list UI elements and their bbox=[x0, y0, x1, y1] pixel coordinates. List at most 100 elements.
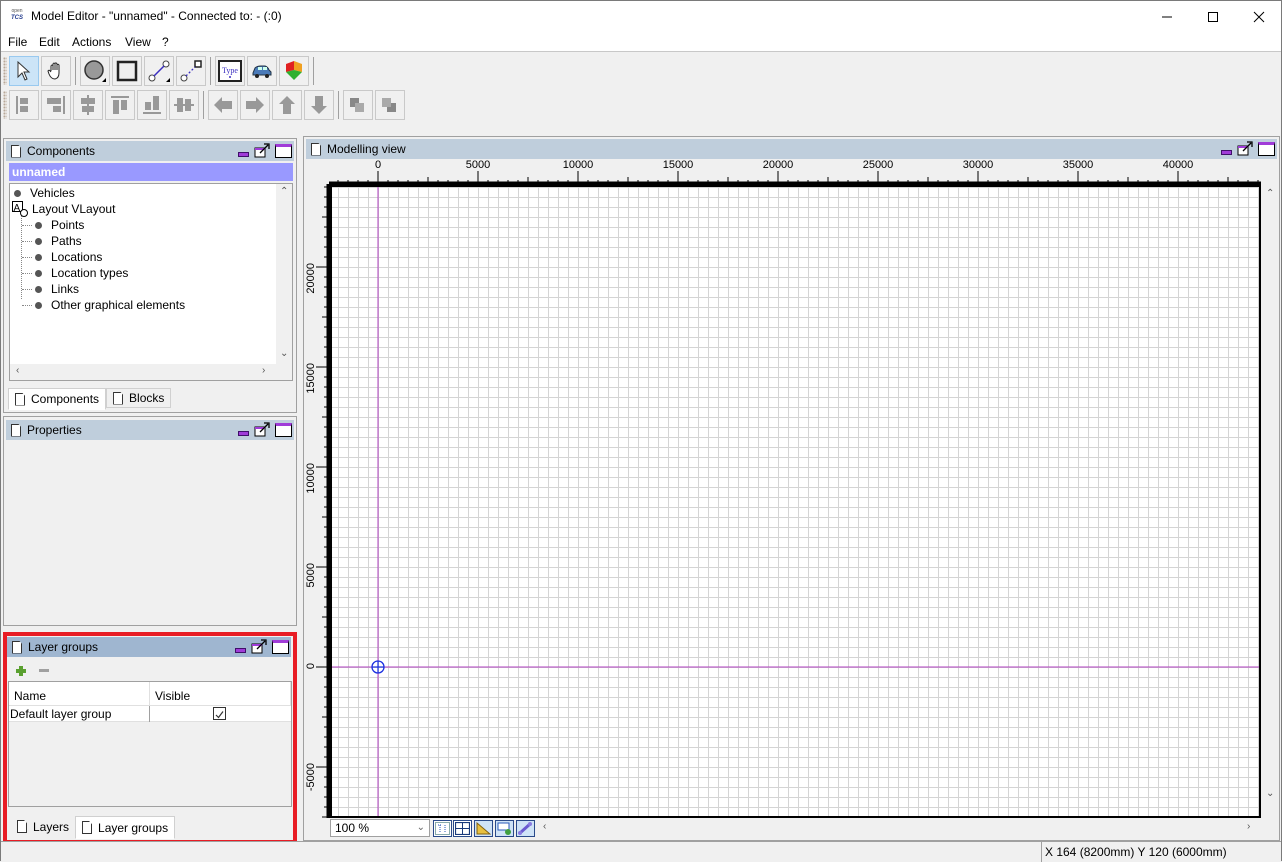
bullet-icon bbox=[35, 221, 42, 229]
origin-marker-icon[interactable] bbox=[371, 660, 385, 674]
layer-group-name[interactable]: Default layer group bbox=[9, 706, 150, 722]
menu-actions[interactable]: Actions bbox=[72, 35, 111, 49]
panel-float-button[interactable] bbox=[251, 639, 267, 654]
panel-float-button[interactable] bbox=[254, 143, 270, 158]
align-right-button[interactable] bbox=[41, 90, 71, 120]
column-header-name[interactable]: Name bbox=[9, 682, 150, 706]
panel-maximize-button[interactable] bbox=[275, 143, 292, 158]
create-link-button[interactable] bbox=[176, 56, 206, 86]
create-location-button[interactable] bbox=[112, 56, 142, 86]
bring-forward-button[interactable] bbox=[343, 90, 373, 120]
tree-item-points[interactable]: Points bbox=[35, 217, 84, 233]
close-button[interactable] bbox=[1236, 1, 1282, 32]
tab-components[interactable]: Components bbox=[8, 388, 107, 410]
toggle-labels-button[interactable] bbox=[433, 820, 452, 837]
panel-float-button[interactable] bbox=[254, 422, 270, 437]
move-down-button[interactable] bbox=[304, 90, 334, 120]
toolbar-separator bbox=[75, 57, 76, 85]
create-vehicle-button[interactable] bbox=[247, 56, 277, 86]
scroll-right-icon[interactable]: › bbox=[1247, 821, 1250, 832]
scroll-left-icon[interactable]: ‹ bbox=[543, 821, 546, 832]
panel-minimize-button[interactable] bbox=[1221, 149, 1232, 155]
y-tick-label: 10000 bbox=[305, 463, 317, 494]
tree-horizontal-scrollbar[interactable]: ‹ › bbox=[10, 364, 292, 380]
drawing-canvas[interactable] bbox=[329, 184, 1261, 818]
link-bone-icon bbox=[518, 822, 532, 835]
move-up-button[interactable] bbox=[272, 90, 302, 120]
tree-vertical-scrollbar[interactable]: ⌃ ⌄ bbox=[276, 184, 292, 364]
canvas-vertical-scrollbar[interactable]: ⌃ ⌄ bbox=[1262, 184, 1278, 818]
zoom-level-select[interactable]: 100 % ⌄ bbox=[330, 819, 430, 837]
arrow-right-icon bbox=[246, 97, 264, 113]
tree-item-location-types[interactable]: Location types bbox=[35, 265, 128, 281]
scroll-right-icon[interactable]: › bbox=[262, 365, 265, 376]
maximize-button[interactable] bbox=[1190, 1, 1236, 32]
align-left-button[interactable] bbox=[9, 90, 39, 120]
panel-maximize-button[interactable] bbox=[275, 422, 292, 437]
minimize-button[interactable] bbox=[1144, 1, 1190, 32]
canvas-horizontal-scrollbar[interactable]: ‹ › bbox=[539, 820, 1261, 837]
menu-file[interactable]: File bbox=[8, 35, 27, 49]
create-location-type-button[interactable]: Type bbox=[215, 56, 245, 86]
send-backward-button[interactable] bbox=[375, 90, 405, 120]
tree-item-locations[interactable]: Locations bbox=[35, 249, 102, 265]
column-header-visible[interactable]: Visible bbox=[150, 682, 291, 706]
layer-groups-panel: Layer groups Name Visible Default layer … bbox=[3, 633, 297, 841]
x-tick-label: 10000 bbox=[563, 159, 594, 171]
select-tool-button[interactable] bbox=[9, 56, 39, 86]
align-center-horizontal-button[interactable] bbox=[73, 90, 103, 120]
scroll-up-icon[interactable]: ⌃ bbox=[1266, 188, 1274, 199]
add-layer-group-button[interactable] bbox=[16, 666, 26, 676]
tree-item-paths[interactable]: Paths bbox=[35, 233, 82, 249]
align-bottom-button[interactable] bbox=[137, 90, 167, 120]
toolbar-grip[interactable] bbox=[3, 91, 7, 119]
create-path-button[interactable] bbox=[144, 56, 174, 86]
panel-maximize-button[interactable] bbox=[1258, 141, 1275, 156]
move-right-button[interactable] bbox=[240, 90, 270, 120]
menu-view[interactable]: View bbox=[125, 35, 151, 49]
scroll-up-icon[interactable]: ⌃ bbox=[280, 186, 288, 197]
scroll-left-icon[interactable]: ‹ bbox=[16, 365, 19, 376]
tab-layer-groups[interactable]: Layer groups bbox=[75, 816, 176, 839]
align-left-icon bbox=[16, 96, 28, 114]
scroll-down-icon[interactable]: ⌄ bbox=[1266, 788, 1274, 799]
panel-minimize-button[interactable] bbox=[238, 430, 249, 436]
create-point-button[interactable] bbox=[80, 56, 110, 86]
x-tick-label: 30000 bbox=[963, 159, 994, 171]
components-tree: Vehicles A Layout VLayout Points Paths L… bbox=[9, 183, 293, 381]
toggle-blocks-button[interactable] bbox=[495, 820, 514, 837]
layer-tabs: Layers Layer groups bbox=[11, 816, 176, 839]
tab-blocks[interactable]: Blocks bbox=[106, 388, 172, 408]
scroll-down-icon[interactable]: ⌄ bbox=[280, 348, 288, 359]
align-center-vertical-button[interactable] bbox=[169, 90, 199, 120]
tree-item-layout[interactable]: A Layout VLayout bbox=[12, 201, 115, 217]
menu-help[interactable]: ? bbox=[162, 35, 169, 49]
checkmark-icon bbox=[215, 711, 224, 719]
tree-guide bbox=[22, 225, 32, 226]
toggle-grid-button[interactable] bbox=[453, 820, 472, 837]
create-block-button[interactable] bbox=[279, 56, 309, 86]
toolbar-grip[interactable] bbox=[3, 57, 7, 85]
align-top-button[interactable] bbox=[105, 90, 135, 120]
tree-item-links[interactable]: Links bbox=[35, 281, 79, 297]
table-row[interactable]: Default layer group bbox=[9, 706, 291, 722]
toggle-ruler-button[interactable] bbox=[474, 820, 493, 837]
properties-panel: Properties bbox=[3, 416, 297, 626]
move-left-button[interactable] bbox=[208, 90, 238, 120]
properties-panel-header: Properties bbox=[6, 420, 294, 440]
toggle-links-button[interactable] bbox=[516, 820, 535, 837]
menu-edit[interactable]: Edit bbox=[39, 35, 60, 49]
panel-maximize-button[interactable] bbox=[272, 639, 289, 654]
tree-item-vehicles[interactable]: Vehicles bbox=[14, 185, 75, 201]
remove-layer-group-button[interactable] bbox=[39, 669, 49, 673]
x-tick-label: 35000 bbox=[1063, 159, 1094, 171]
visible-checkbox[interactable] bbox=[213, 707, 226, 720]
panel-minimize-button[interactable] bbox=[235, 647, 246, 653]
y-tick-label: 20000 bbox=[305, 263, 317, 294]
drag-tool-button[interactable] bbox=[41, 56, 71, 86]
tree-item-other-graphical-elements[interactable]: Other graphical elements bbox=[35, 297, 185, 313]
panel-minimize-button[interactable] bbox=[238, 151, 249, 157]
tab-layers[interactable]: Layers bbox=[11, 816, 76, 837]
title-bar: open TCS Model Editor - "unnamed" - Conne… bbox=[1, 1, 1281, 32]
panel-float-button[interactable] bbox=[1237, 141, 1253, 156]
